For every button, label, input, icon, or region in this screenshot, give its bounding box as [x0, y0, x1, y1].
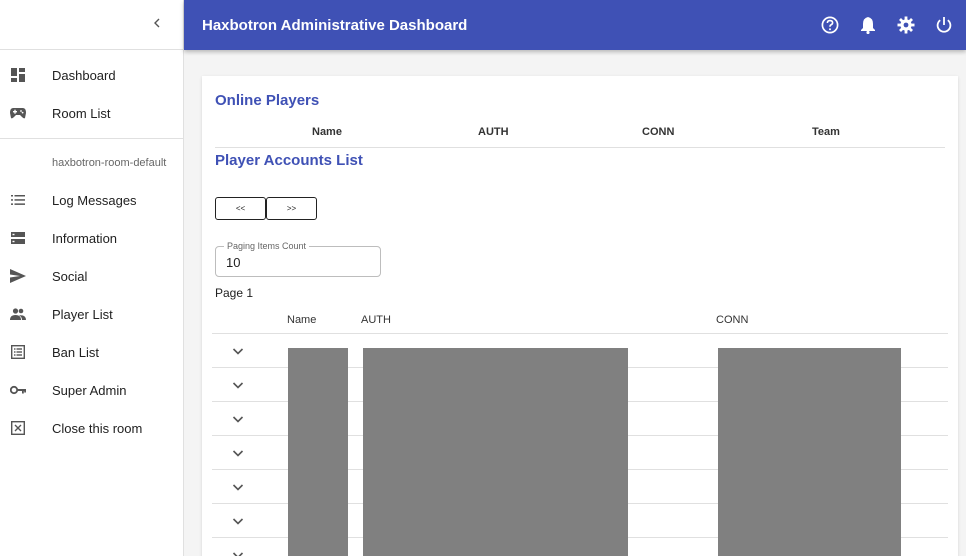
chevron-down-icon[interactable] [230, 411, 246, 427]
list-alt-icon [10, 344, 26, 360]
sidebar-item-information[interactable]: Information [0, 219, 183, 257]
sidebar-item-super-admin[interactable]: Super Admin [0, 371, 183, 409]
sidebar-item-label: Information [52, 230, 118, 246]
chevron-down-icon[interactable] [230, 343, 246, 359]
chevron-down-icon[interactable] [230, 445, 246, 461]
chevron-down-icon[interactable] [230, 479, 246, 495]
redaction-block [718, 348, 901, 556]
column-header-team: Team [812, 126, 840, 138]
accounts-table-header: Name AUTH CONN [212, 306, 948, 334]
list-icon [10, 192, 26, 208]
sidebar-item-label: Social [52, 268, 88, 284]
key-icon [10, 382, 26, 398]
sidebar-item-label: Super Admin [52, 382, 127, 398]
chevron-down-icon[interactable] [230, 547, 246, 556]
sidebar-main-list: Dashboard Room List [0, 50, 183, 132]
chevron-down-icon[interactable] [230, 377, 246, 393]
sidebar-item-social[interactable]: Social [0, 257, 183, 295]
redaction-block [363, 348, 628, 556]
main-card: Online Players Name AUTH CONN Team Playe… [202, 76, 958, 556]
sidebar-item-log-messages[interactable]: Log Messages [0, 181, 183, 219]
dashboard-icon [10, 67, 26, 83]
redaction-block [288, 348, 348, 556]
pagination-controls: << >> [215, 197, 317, 220]
column-header-conn: CONN [716, 314, 749, 326]
online-players-table-header: Name AUTH CONN Team [215, 120, 945, 148]
paging-items-count-field[interactable]: Paging Items Count 10 [215, 241, 381, 277]
column-header-name: Name [312, 126, 342, 138]
sidebar-item-label: Room List [52, 105, 111, 121]
paging-items-count-value: 10 [226, 255, 241, 270]
gear-icon[interactable] [896, 15, 916, 35]
next-page-button[interactable]: >> [266, 197, 317, 220]
app-bar: Haxbotron Administrative Dashboard [184, 0, 966, 50]
app-title: Haxbotron Administrative Dashboard [202, 16, 468, 34]
online-players-title: Online Players [215, 92, 320, 109]
column-header-auth: AUTH [478, 126, 509, 138]
room-name-header: haxbotron-room-default [52, 157, 167, 169]
people-icon [10, 306, 26, 322]
sidebar-item-label: Log Messages [52, 192, 137, 208]
sidebar-item-label: Dashboard [52, 67, 116, 83]
paging-items-count-label: Paging Items Count [224, 241, 310, 251]
player-accounts-title: Player Accounts List [215, 152, 363, 169]
sidebar: Dashboard Room List haxbotron-room-defau… [0, 0, 184, 556]
chevron-left-icon[interactable] [147, 14, 167, 34]
app-bar-actions [802, 15, 966, 35]
column-header-auth: AUTH [361, 314, 391, 326]
gamepad-icon [10, 105, 26, 121]
chevron-down-icon[interactable] [230, 513, 246, 529]
sidebar-item-label: Player List [52, 306, 113, 322]
close-box-icon [10, 420, 26, 436]
sidebar-header [0, 0, 183, 50]
prev-page-button[interactable]: << [215, 197, 266, 220]
help-icon[interactable] [820, 15, 840, 35]
storage-icon [10, 230, 26, 246]
sidebar-item-dashboard[interactable]: Dashboard [0, 56, 183, 94]
sidebar-item-label: Close this room [52, 420, 143, 436]
sidebar-item-player-list[interactable]: Player List [0, 295, 183, 333]
sidebar-item-room-list[interactable]: Room List [0, 94, 183, 132]
bell-icon[interactable] [858, 15, 878, 35]
sidebar-divider [0, 138, 183, 139]
sidebar-item-label: Ban List [52, 344, 99, 360]
column-header-name: Name [287, 314, 317, 326]
send-icon [10, 268, 26, 284]
sidebar-item-ban-list[interactable]: Ban List [0, 333, 183, 371]
power-icon[interactable] [934, 15, 954, 35]
page-indicator: Page 1 [215, 286, 254, 300]
sidebar-room-list: Log Messages Information Social Player L… [0, 181, 183, 447]
sidebar-item-close-room[interactable]: Close this room [0, 409, 183, 447]
column-header-conn: CONN [642, 126, 675, 138]
